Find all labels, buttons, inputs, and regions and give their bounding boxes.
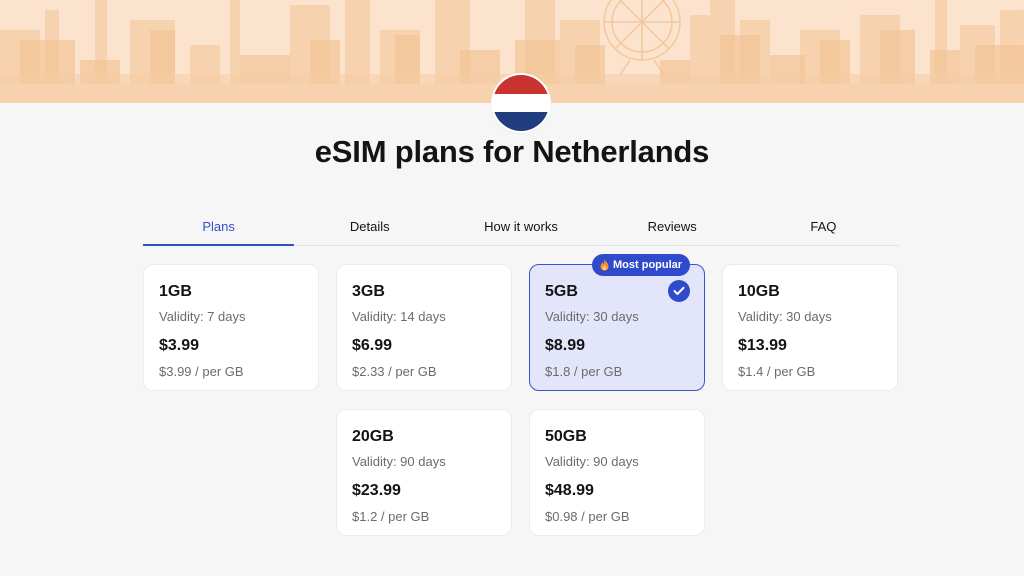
plan-price-per-gb: $1.2 / per GB (352, 509, 430, 524)
plan-price-per-gb: $1.4 / per GB (738, 364, 816, 379)
page: eSIM plans for Netherlands Plans Details… (0, 0, 1024, 576)
plan-card-5gb[interactable]: Most popular 5GB Validity: 30 days $8.99… (529, 254, 705, 391)
plan-price: $48.99 (545, 482, 594, 499)
plan-validity: Validity: 30 days (738, 309, 832, 324)
most-popular-label: Most popular (613, 259, 683, 271)
check-circle-icon (668, 280, 690, 302)
plan-price: $23.99 (352, 482, 401, 499)
plan-data-amount: 3GB (352, 283, 385, 300)
tab-plans[interactable]: Plans (143, 206, 295, 246)
plan-data-amount: 10GB (738, 283, 780, 300)
plan-card-20gb[interactable]: 20GB Validity: 90 days $23.99 $1.2 / per… (336, 409, 512, 536)
plan-price-per-gb: $1.8 / per GB (545, 364, 623, 379)
plan-data-amount: 50GB (545, 428, 587, 445)
netherlands-flag-icon (493, 75, 549, 131)
plan-data-amount: 1GB (159, 283, 192, 300)
tab-details[interactable]: Details (294, 206, 445, 245)
plan-price: $6.99 (352, 337, 393, 354)
plan-validity: Validity: 30 days (545, 309, 639, 324)
plan-price-per-gb: $0.98 / per GB (545, 509, 630, 524)
page-title: eSIM plans for Netherlands (314, 134, 710, 169)
plan-card-3gb[interactable]: 3GB Validity: 14 days $6.99 $2.33 / per … (336, 264, 512, 391)
plan-data-amount: 20GB (352, 428, 394, 445)
plan-card-10gb[interactable]: 10GB Validity: 30 days $13.99 $1.4 / per… (722, 264, 898, 391)
plan-price: $13.99 (738, 337, 787, 354)
plan-validity: Validity: 14 days (352, 309, 446, 324)
tab-faq[interactable]: FAQ (748, 206, 899, 245)
tab-how-it-works[interactable]: How it works (445, 206, 596, 245)
plan-validity: Validity: 7 days (159, 309, 246, 324)
plan-validity: Validity: 90 days (352, 454, 446, 469)
plan-card-1gb[interactable]: 1GB Validity: 7 days $3.99 $3.99 / per G… (143, 264, 319, 391)
most-popular-badge: Most popular (592, 254, 691, 276)
plan-price: $8.99 (545, 337, 586, 354)
tab-reviews[interactable]: Reviews (597, 206, 748, 245)
plan-price-per-gb: $3.99 / per GB (159, 364, 244, 379)
plan-price: $3.99 (159, 337, 200, 354)
plan-price-per-gb: $2.33 / per GB (352, 364, 437, 379)
flag-white-stripe (493, 93, 549, 113)
plan-validity: Validity: 90 days (545, 454, 639, 469)
flag-blue-stripe (493, 112, 549, 131)
fire-icon (600, 259, 609, 271)
tab-bar: Plans Details How it works Reviews FAQ (143, 206, 899, 246)
plan-card-50gb[interactable]: 50GB Validity: 90 days $48.99 $0.98 / pe… (529, 409, 705, 536)
